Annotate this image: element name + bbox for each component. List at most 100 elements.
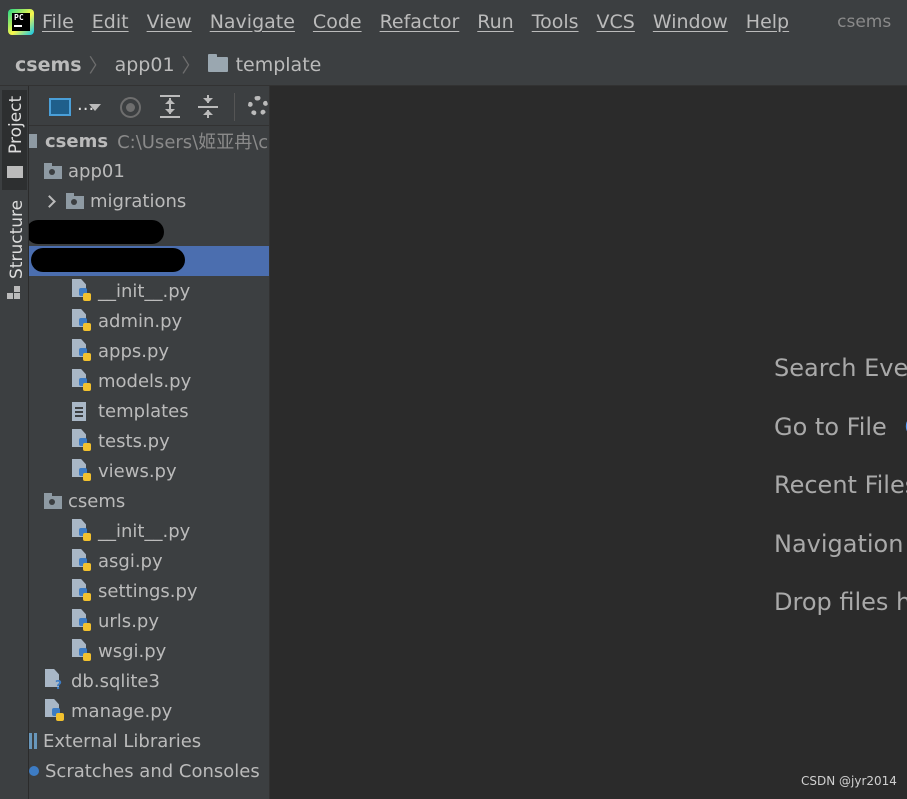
tree-row-file[interactable]: urls.py: [29, 606, 269, 636]
package-folder-icon: [44, 162, 62, 179]
breadcrumb: csems 〉 app01 〉 template: [0, 44, 907, 86]
tree-label-csems-package: csems: [68, 490, 126, 512]
tree-row-root[interactable]: csems C:\Users\姬亚冉\cse: [29, 126, 269, 156]
python-file-icon: [45, 699, 65, 723]
tree-label-app01: app01: [68, 160, 125, 182]
python-file-icon: [72, 609, 92, 633]
package-folder-icon: [66, 192, 84, 209]
project-toolbar: ...: [29, 86, 269, 126]
redaction-mark: [31, 248, 185, 272]
tree-root-name: csems: [45, 130, 109, 152]
chevron-right-icon[interactable]: [43, 194, 56, 208]
menu-refactor[interactable]: Refactor: [380, 11, 460, 33]
menu-help[interactable]: Help: [746, 11, 789, 33]
python-file-icon: [72, 369, 92, 393]
tree-file-label: __init__.py: [98, 520, 191, 542]
tree-file-label: apps.py: [98, 340, 170, 362]
breadcrumb-project[interactable]: csems: [15, 54, 82, 76]
python-file-icon: [72, 429, 92, 453]
tree-row-file[interactable]: tests.py: [29, 426, 269, 456]
project-panel: ... csems C:\Users\姬亚冉\cse app01: [29, 86, 270, 799]
menu-bar: PC File Edit View Navigate Code Refactor…: [0, 0, 907, 44]
tree-file-label: asgi.py: [98, 550, 163, 572]
tab-project[interactable]: Project: [2, 90, 27, 190]
menu-navigate[interactable]: Navigate: [210, 11, 295, 33]
menu-window[interactable]: Window: [653, 11, 728, 33]
hint-text: Go to File: [774, 413, 887, 441]
toolbar-divider: [234, 93, 235, 121]
tree-row-selected-redacted[interactable]: [29, 246, 269, 276]
redaction-mark: [29, 220, 164, 244]
menu-tools[interactable]: Tools: [532, 11, 579, 33]
tree-file-label: urls.py: [98, 610, 159, 632]
tree-row-file[interactable]: templates: [29, 396, 269, 426]
tree-row-manage[interactable]: manage.py: [29, 696, 269, 726]
menu-run[interactable]: Run: [477, 11, 513, 33]
tree-file-label: views.py: [98, 460, 177, 482]
hint-text: Navigation: [774, 530, 904, 558]
tree-row-scratches[interactable]: Scratches and Consoles: [29, 756, 269, 786]
tree-file-label: models.py: [98, 370, 192, 392]
tree-row-file[interactable]: __init__.py: [29, 516, 269, 546]
tree-row-db[interactable]: ? db.sqlite3: [29, 666, 269, 696]
collapse-all-icon[interactable]: [198, 95, 218, 119]
pycharm-logo-icon: PC: [8, 9, 34, 35]
tree-row-file[interactable]: views.py: [29, 456, 269, 486]
text-file-icon: [72, 401, 86, 421]
tree-file-label: db.sqlite3: [71, 670, 160, 692]
tree-label-external: External Libraries: [43, 730, 202, 752]
python-file-icon: [72, 339, 92, 363]
breadcrumb-app01[interactable]: app01: [115, 54, 175, 76]
logo-text: PC: [14, 13, 24, 22]
tree-row-migrations[interactable]: migrations: [29, 186, 269, 216]
tree-row-file[interactable]: apps.py: [29, 336, 269, 366]
menu-vcs[interactable]: VCS: [597, 11, 635, 33]
library-icon: [29, 733, 37, 749]
tab-structure-label: Structure: [7, 199, 27, 279]
chevron-down-icon[interactable]: [89, 104, 101, 111]
tree-row-file[interactable]: settings.py: [29, 576, 269, 606]
hint-go-to-file: Go to File C: [774, 413, 907, 441]
breadcrumb-separator: 〉: [181, 55, 201, 77]
locate-target-icon[interactable]: [120, 97, 141, 118]
hint-recent-files: Recent Files: [774, 471, 907, 499]
expand-all-icon[interactable]: [160, 95, 180, 119]
unknown-file-icon: ?: [45, 669, 65, 693]
folder-icon: [207, 54, 228, 72]
tree-row-app01[interactable]: app01: [29, 156, 269, 186]
tree-file-label: tests.py: [98, 430, 170, 452]
tree-label-migrations: migrations: [90, 190, 187, 212]
menu-code[interactable]: Code: [313, 11, 362, 33]
menu-file[interactable]: File: [42, 11, 74, 33]
tree-row-external-libraries[interactable]: External Libraries: [29, 726, 269, 756]
breadcrumb-separator: 〉: [88, 55, 108, 77]
gear-icon[interactable]: [248, 96, 268, 116]
tree-file-label: settings.py: [98, 580, 198, 602]
hint-text: Drop files he: [774, 588, 907, 616]
tree-file-label: manage.py: [71, 700, 173, 722]
scratches-icon: [29, 764, 41, 778]
hint-search-everywhere: Search Ever: [774, 354, 907, 382]
tree-root-path: C:\Users\姬亚冉\cse: [117, 132, 269, 153]
hint-text: Search Ever: [774, 354, 907, 382]
window-title: csems: [837, 12, 892, 32]
tree-row-file[interactable]: admin.py: [29, 306, 269, 336]
tab-structure[interactable]: Structure: [2, 200, 27, 304]
project-tree: csems C:\Users\姬亚冉\cse app01 migrations …: [29, 126, 269, 786]
tree-row-file[interactable]: asgi.py: [29, 546, 269, 576]
project-view-icon[interactable]: [49, 98, 71, 116]
hint-text: Recent Files: [774, 471, 907, 499]
tree-row-file[interactable]: models.py: [29, 366, 269, 396]
tree-row-file[interactable]: wsgi.py: [29, 636, 269, 666]
package-folder-icon: [44, 492, 62, 509]
tree-row-redacted[interactable]: [29, 216, 269, 246]
tree-row-file[interactable]: __init__.py: [29, 276, 269, 306]
editor-area[interactable]: Search Ever Go to File C Recent Files Na…: [271, 86, 907, 799]
menu-edit[interactable]: Edit: [92, 11, 129, 33]
breadcrumb-template[interactable]: template: [236, 54, 322, 76]
menu-view[interactable]: View: [147, 11, 192, 33]
tab-project-label: Project: [6, 95, 26, 154]
tree-row-csems-package[interactable]: csems: [29, 486, 269, 516]
hint-navigation-bar: Navigation: [774, 530, 903, 558]
python-file-icon: [72, 519, 92, 543]
